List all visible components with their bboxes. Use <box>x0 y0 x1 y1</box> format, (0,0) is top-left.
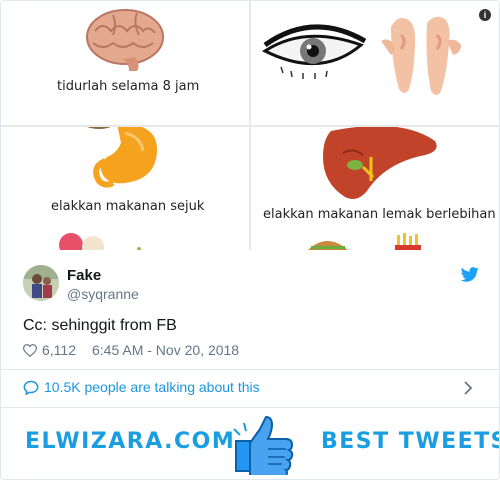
food-thumbnail-burger-fries <box>308 233 421 250</box>
info-icon[interactable]: i <box>479 9 491 21</box>
heart-icon[interactable] <box>23 343 37 357</box>
avatar-image <box>23 265 59 301</box>
panel-caption-fatty-food: elakkan makanan lemak berlebihan <box>263 207 496 222</box>
tweet-timestamp[interactable]: 6:45 AM - Nov 20, 2018 <box>92 342 239 358</box>
tweet-text: Cc: sehinggit from FB <box>23 317 177 334</box>
author-handle[interactable]: @syqranne <box>67 286 139 302</box>
divider <box>1 407 499 408</box>
panel-caption-cold-food: elakkan makanan sejuk <box>51 199 205 214</box>
media-panel-liver[interactable]: elakkan makanan lemak berlebihan <box>251 127 499 250</box>
brand-site-name: ELWIZARA.COM <box>25 429 236 454</box>
thumbs-up-icon <box>233 415 294 475</box>
brain-illustration <box>86 9 164 71</box>
divider <box>1 369 499 370</box>
tweet-media-grid[interactable]: tidurlah selama 8 jam i elakkan makanan … <box>1 1 499 250</box>
conversation-label[interactable]: 10.5K people are talking about this <box>44 379 260 395</box>
like-count[interactable]: 6,112 <box>42 342 76 358</box>
eye-and-feet-illustration <box>261 16 461 95</box>
tweet-card: tidurlah selama 8 jam i elakkan makanan … <box>0 0 500 480</box>
twitter-bird-icon[interactable] <box>461 267 479 282</box>
chevron-right-icon[interactable] <box>463 381 473 395</box>
brand-tagline: BEST TWEETS <box>321 429 500 454</box>
tweet-meta: 6,112 6:45 AM - Nov 20, 2018 <box>23 342 239 358</box>
media-divider-horizontal <box>1 125 499 127</box>
panel-caption-sleep: tidurlah selama 8 jam <box>57 79 200 94</box>
avatar[interactable] <box>23 265 59 301</box>
author-name[interactable]: Fake <box>67 267 101 284</box>
media-panel-eye-feet[interactable]: i <box>251 1 499 125</box>
media-panel-brain[interactable]: tidurlah selama 8 jam <box>1 1 249 125</box>
media-panel-stomach[interactable]: elakkan makanan sejuk <box>1 127 249 250</box>
conversation-link[interactable]: 10.5K people are talking about this <box>23 379 260 395</box>
speech-bubble-icon <box>23 380 39 395</box>
food-thumbnail-fruits <box>59 233 141 250</box>
